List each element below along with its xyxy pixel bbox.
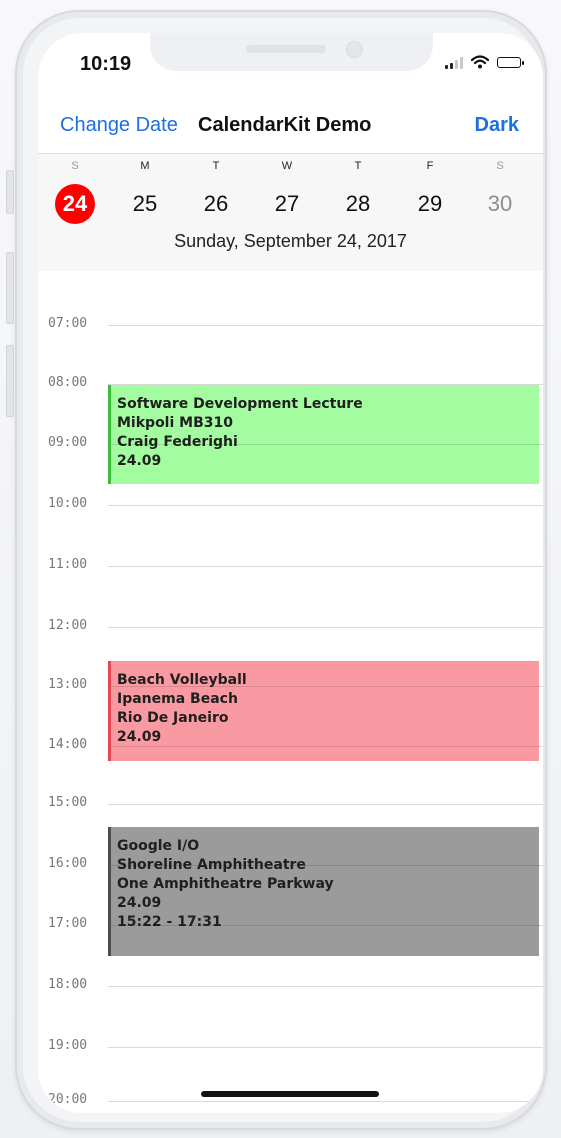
home-indicator[interactable] [201, 1091, 379, 1097]
wifi-icon [471, 55, 489, 69]
phone-screen: 10:19 Change Date CalendarKit Demo Dark … [38, 33, 543, 1113]
day-cell-28[interactable]: T 28 [334, 160, 382, 224]
hour-label: 14:00 [48, 737, 88, 752]
day-number[interactable]: 27 [267, 184, 307, 224]
day-number[interactable]: 28 [338, 184, 378, 224]
event-software-development-lecture[interactable]: Software Development Lecture Mikpoli MB3… [108, 385, 539, 484]
day-number[interactable]: 30 [480, 184, 520, 224]
hour-line [108, 566, 543, 567]
day-number[interactable]: 26 [196, 184, 236, 224]
hour-row: 12:00 [38, 618, 543, 647]
hour-label: 08:00 [48, 375, 88, 390]
hour-line [108, 1101, 543, 1102]
hour-label: 11:00 [48, 557, 88, 572]
day-number[interactable]: 25 [125, 184, 165, 224]
hour-label: 13:00 [48, 677, 88, 692]
weekday-letter: S [496, 160, 504, 172]
event-date: 24.09 [117, 453, 162, 469]
dark-mode-button[interactable]: Dark [475, 114, 519, 137]
signal-icon [445, 55, 463, 69]
hour-line [108, 505, 543, 506]
hour-label: 18:00 [48, 977, 88, 992]
day-number-selected[interactable]: 24 [55, 184, 95, 224]
day-cell-25[interactable]: M 25 [121, 160, 169, 224]
weekday-letter: T [354, 160, 362, 172]
event-location: Ipanema Beach [117, 691, 238, 707]
hour-label: 12:00 [48, 618, 88, 633]
status-icons [445, 55, 524, 69]
event-date: 24.09 [117, 895, 162, 911]
day-timeline[interactable]: 07:00 08:00 09:00 10:00 11:00 12:00 13:0… [38, 271, 543, 1113]
day-cell-30[interactable]: S 30 [476, 160, 524, 224]
event-time-range: 15:22 - 17:31 [117, 914, 222, 930]
hour-row: 15:00 [38, 795, 543, 824]
front-camera [346, 41, 363, 58]
weekday-letter: M [140, 160, 150, 172]
event-detail: Craig Federighi [117, 434, 238, 450]
weekday-letter: S [71, 160, 79, 172]
hour-row: 07:00 [38, 316, 543, 345]
weekday-letter: T [212, 160, 220, 172]
event-title: Software Development Lecture [117, 396, 363, 412]
day-header: S 24 M 25 T 26 W 27 T 28 F 29 S 30 Sunda… [38, 153, 543, 272]
hour-label: 09:00 [48, 435, 88, 450]
status-time: 10:19 [80, 53, 132, 75]
weekday-letter: W [281, 160, 293, 172]
silent-switch [6, 170, 14, 214]
notch [150, 33, 433, 71]
event-beach-volleyball[interactable]: Beach Volleyball Ipanema Beach Rio De Ja… [108, 661, 539, 761]
volume-down-button [6, 345, 14, 417]
navigation-bar: Change Date CalendarKit Demo Dark [38, 108, 543, 153]
day-number[interactable]: 29 [410, 184, 450, 224]
hour-label: 15:00 [48, 795, 88, 810]
event-date: 24.09 [117, 729, 162, 745]
hour-label: 19:00 [48, 1038, 88, 1053]
hour-row: 10:00 [38, 496, 543, 525]
event-google-io[interactable]: Google I/O Shoreline Amphitheatre One Am… [108, 827, 539, 956]
battery-icon [497, 56, 524, 68]
day-cell-27[interactable]: W 27 [263, 160, 311, 224]
hour-label: 10:00 [48, 496, 88, 511]
hour-line [108, 1047, 543, 1048]
hour-label: 07:00 [48, 316, 88, 331]
event-detail: One Amphitheatre Parkway [117, 876, 334, 892]
hour-line [108, 986, 543, 987]
selected-date-label: Sunday, September 24, 2017 [174, 231, 407, 251]
event-title: Google I/O [117, 838, 200, 854]
hour-row: 18:00 [38, 977, 543, 1006]
change-date-button[interactable]: Change Date [60, 114, 178, 137]
event-location: Mikpoli MB310 [117, 415, 233, 431]
hour-line [108, 804, 543, 805]
hour-row: 20:00 [38, 1092, 543, 1113]
speaker-grille [246, 45, 326, 53]
hour-label: 17:00 [48, 916, 88, 931]
hour-label: 20:00 [48, 1092, 88, 1107]
device-mockup: 10:19 Change Date CalendarKit Demo Dark … [0, 0, 561, 1138]
hour-row: 19:00 [38, 1038, 543, 1067]
event-title: Beach Volleyball [117, 672, 247, 688]
hour-line [108, 627, 543, 628]
event-detail: Rio De Janeiro [117, 710, 229, 726]
hour-line [108, 325, 543, 326]
day-cell-24[interactable]: S 24 [51, 160, 99, 224]
volume-up-button [6, 252, 14, 324]
nav-title: CalendarKit Demo [198, 114, 372, 136]
hour-row: 11:00 [38, 557, 543, 586]
day-cell-26[interactable]: T 26 [192, 160, 240, 224]
day-cell-29[interactable]: F 29 [406, 160, 454, 224]
weekday-letter: F [426, 160, 434, 172]
hour-label: 16:00 [48, 856, 88, 871]
